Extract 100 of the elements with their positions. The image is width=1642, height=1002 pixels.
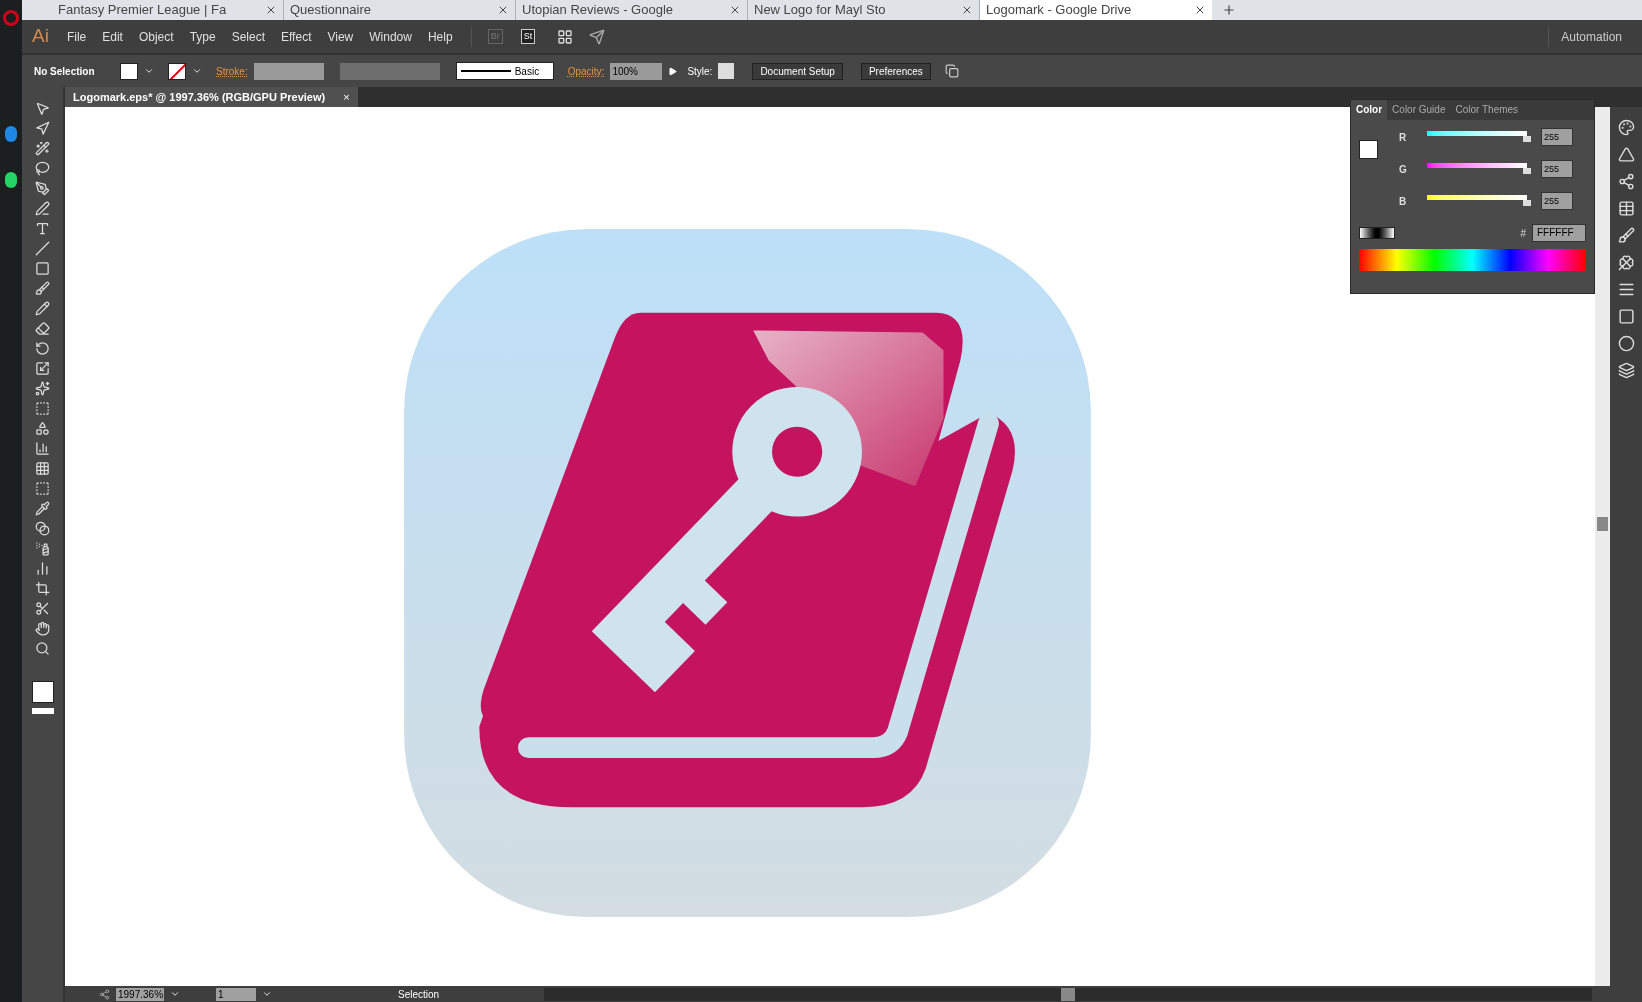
- channel-value-field[interactable]: 255: [1541, 128, 1573, 146]
- square-icon[interactable]: [1617, 308, 1635, 325]
- app-logo: Ai: [31, 24, 50, 49]
- menu-item[interactable]: Type: [181, 27, 224, 46]
- stroke-swatch[interactable]: [168, 62, 186, 80]
- dropdown-icon[interactable]: [170, 989, 180, 999]
- column-graph-icon[interactable]: [35, 561, 50, 576]
- hand-tool-icon[interactable]: [35, 621, 50, 636]
- panel-tab[interactable]: Color Themes: [1450, 100, 1524, 120]
- mesh-tool-icon[interactable]: [35, 461, 50, 476]
- brush-tool-icon[interactable]: [35, 281, 50, 296]
- blend-tool-icon[interactable]: [35, 521, 50, 536]
- line-tool-icon[interactable]: [35, 241, 50, 256]
- zoom-tool-icon[interactable]: [35, 641, 50, 656]
- workspace-switcher[interactable]: Automation: [1561, 27, 1622, 46]
- circle-icon[interactable]: [1617, 335, 1635, 352]
- fill-swatch[interactable]: [1359, 140, 1378, 159]
- lasso-icon[interactable]: [35, 161, 50, 176]
- menu-item[interactable]: Edit: [94, 27, 131, 46]
- scroll-thumb[interactable]: [1597, 517, 1608, 531]
- zoom-field[interactable]: 1997.36%: [116, 987, 164, 1001]
- close-icon[interactable]: [961, 4, 973, 16]
- stroke-label[interactable]: Stroke:: [216, 63, 248, 79]
- lines-icon[interactable]: [1617, 281, 1635, 298]
- menu-item[interactable]: Window: [361, 27, 420, 46]
- pen-tool-icon[interactable]: [35, 181, 50, 196]
- menu-item[interactable]: Help: [419, 27, 461, 46]
- dropdown-icon[interactable]: [144, 66, 154, 76]
- scale-tool-icon[interactable]: [35, 361, 50, 376]
- pencil-tool-icon[interactable]: [35, 301, 50, 316]
- toolbar-button[interactable]: Preferences: [860, 62, 931, 80]
- channel-value-field[interactable]: 255: [1541, 192, 1573, 210]
- close-icon[interactable]: [497, 4, 509, 16]
- grid-icon[interactable]: [1617, 200, 1635, 217]
- dropdown-icon[interactable]: [192, 66, 202, 76]
- graph-tool-icon[interactable]: [35, 441, 50, 456]
- eyedropper-icon[interactable]: [35, 501, 50, 516]
- tab-title: Utopian Reviews - Google: [522, 1, 675, 20]
- rotate-tool-icon[interactable]: [35, 341, 50, 356]
- brushes-icon[interactable]: [1617, 227, 1635, 244]
- style-label: Style:: [687, 64, 713, 79]
- artboard-number-field[interactable]: 1: [216, 987, 256, 1001]
- symbol-sprayer-icon[interactable]: [35, 541, 50, 556]
- arrange-documents-icon[interactable]: [557, 28, 574, 45]
- artboard-tool-icon[interactable]: [35, 581, 50, 596]
- fill-swatch[interactable]: [120, 62, 138, 80]
- slider-thumb[interactable]: [1523, 200, 1531, 206]
- status-text: Selection: [398, 987, 441, 1002]
- panel-tab[interactable]: Color: [1351, 100, 1388, 120]
- menu-item[interactable]: Select: [223, 27, 273, 46]
- color-spectrum[interactable]: [1359, 249, 1586, 271]
- new-tab-icon[interactable]: [1222, 3, 1236, 17]
- browser-tab[interactable]: Logomark - Google Drive: [980, 0, 1212, 20]
- fill-stroke-icon[interactable]: [31, 681, 54, 703]
- stroke-weight-field[interactable]: [253, 62, 324, 80]
- tab-title: Fantasy Premier League | Fa: [58, 1, 228, 20]
- close-icon[interactable]: [729, 4, 741, 16]
- direct-selection-tool-icon[interactable]: [35, 121, 50, 136]
- free-transform-icon[interactable]: [35, 401, 50, 416]
- quick-swatches[interactable]: [1359, 227, 1395, 239]
- slider-thumb[interactable]: [1523, 168, 1531, 174]
- tab-title: New Logo for Mayl Sto: [754, 1, 887, 20]
- document-tab[interactable]: Logomark.eps* @ 1997.36% (RGB/GPU Preview) ×: [65, 87, 358, 107]
- brush-definition-field[interactable]: Basic: [455, 62, 554, 80]
- magic-wand-icon[interactable]: [35, 141, 50, 156]
- toolbar-button[interactable]: Document Setup: [752, 62, 843, 80]
- app-icon[interactable]: [5, 126, 17, 142]
- style-swatch[interactable]: [718, 63, 735, 79]
- selection-tool-icon[interactable]: [35, 101, 50, 116]
- share-icon[interactable]: [99, 988, 110, 1000]
- channel-label: R: [1399, 130, 1408, 145]
- type-tool-icon[interactable]: [35, 221, 50, 236]
- layers-icon[interactable]: [1617, 362, 1635, 379]
- shape-builder-icon[interactable]: [35, 421, 50, 436]
- opacity-field[interactable]: 100%: [610, 62, 663, 80]
- stock-button[interactable]: St: [520, 28, 536, 45]
- close-button[interactable]: ×: [343, 88, 350, 106]
- menu-item[interactable]: Effect: [273, 27, 320, 46]
- expand-arrow-icon[interactable]: [668, 66, 678, 76]
- menu-item[interactable]: View: [319, 27, 362, 46]
- eraser-tool-icon[interactable]: [35, 321, 50, 336]
- panel-tab[interactable]: Color Guide: [1387, 100, 1451, 120]
- dropdown-icon[interactable]: [262, 989, 272, 999]
- app-icon[interactable]: [5, 172, 17, 188]
- menu-item[interactable]: File: [58, 27, 95, 46]
- channel-value-field[interactable]: 255: [1541, 160, 1573, 178]
- palette-icon[interactable]: [1617, 119, 1635, 136]
- color-mode-icon[interactable]: [31, 708, 54, 714]
- menu-item[interactable]: Object: [130, 27, 182, 46]
- opacity-label[interactable]: Opacity:: [567, 63, 605, 79]
- slider-thumb[interactable]: [1523, 136, 1531, 142]
- close-icon[interactable]: [265, 4, 277, 16]
- rectangle-tool-icon[interactable]: [35, 261, 50, 276]
- nodes-icon[interactable]: [1617, 173, 1635, 190]
- variable-width-field[interactable]: [339, 62, 440, 80]
- hex-field[interactable]: FFFFFF: [1532, 224, 1586, 242]
- scroll-thumb[interactable]: [1061, 987, 1075, 1001]
- hex-label: #: [1520, 226, 1526, 241]
- tab-title: Logomark - Google Drive: [986, 1, 1133, 20]
- close-icon[interactable]: [1194, 4, 1206, 16]
